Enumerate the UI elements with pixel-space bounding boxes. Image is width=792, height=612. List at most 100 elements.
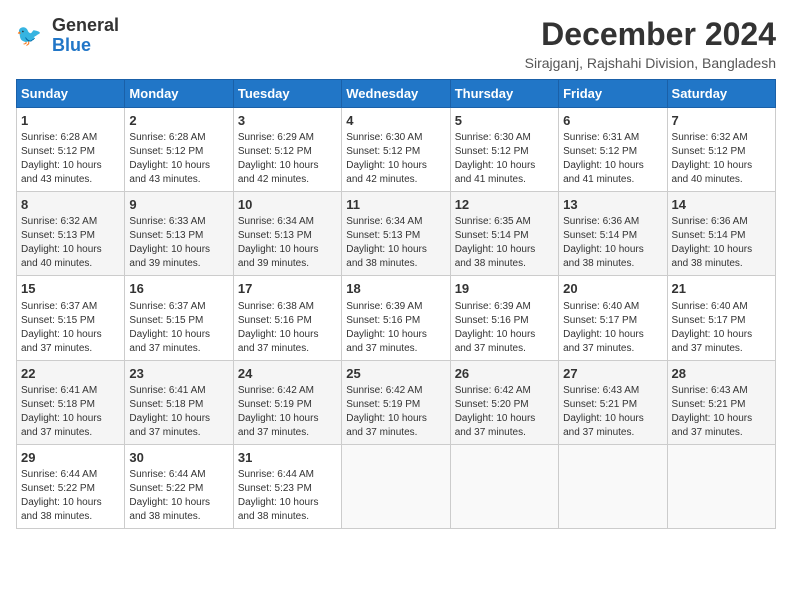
day-info: Sunrise: 6:41 AM Sunset: 5:18 PM Dayligh…	[129, 384, 228, 440]
day-info: Sunrise: 6:42 AM Sunset: 5:19 PM Dayligh…	[238, 384, 337, 440]
day-info: Sunrise: 6:28 AM Sunset: 5:12 PM Dayligh…	[21, 131, 120, 187]
day-number: 3	[238, 112, 337, 130]
day-number: 8	[21, 196, 120, 214]
day-info: Sunrise: 6:38 AM Sunset: 5:16 PM Dayligh…	[238, 300, 337, 356]
table-row: 8Sunrise: 6:32 AM Sunset: 5:13 PM Daylig…	[17, 192, 125, 276]
table-row: 27Sunrise: 6:43 AM Sunset: 5:21 PM Dayli…	[559, 360, 667, 444]
table-row	[667, 444, 775, 528]
table-row: 30Sunrise: 6:44 AM Sunset: 5:22 PM Dayli…	[125, 444, 233, 528]
day-number: 31	[238, 449, 337, 467]
table-row: 3Sunrise: 6:29 AM Sunset: 5:12 PM Daylig…	[233, 108, 341, 192]
month-title: December 2024	[525, 16, 776, 53]
table-row: 7Sunrise: 6:32 AM Sunset: 5:12 PM Daylig…	[667, 108, 775, 192]
day-info: Sunrise: 6:29 AM Sunset: 5:12 PM Dayligh…	[238, 131, 337, 187]
day-number: 28	[672, 365, 771, 383]
table-row: 18 Sunrise: 6:39 AM Sunset: 5:16 PM Dayli…	[342, 276, 450, 360]
day-info: Sunrise: 6:42 AM Sunset: 5:19 PM Dayligh…	[346, 384, 445, 440]
day-info: Sunrise: 6:39 AM Sunset: 5:16 PM Dayligh…	[455, 300, 554, 356]
day-info: Sunrise: 6:36 AM Sunset: 5:14 PM Dayligh…	[672, 215, 771, 271]
table-row: 14Sunrise: 6:36 AM Sunset: 5:14 PM Dayli…	[667, 192, 775, 276]
day-number: 9	[129, 196, 228, 214]
day-number: 21	[672, 280, 771, 298]
table-row	[450, 444, 558, 528]
day-number: 13	[563, 196, 662, 214]
day-info: Sunrise: 6:32 AM Sunset: 5:13 PM Dayligh…	[21, 215, 120, 271]
table-row: 16Sunrise: 6:37 AM Sunset: 5:15 PM Dayli…	[125, 276, 233, 360]
day-info: Sunrise: 6:34 AM Sunset: 5:13 PM Dayligh…	[346, 215, 445, 271]
header-wednesday: Wednesday	[342, 80, 450, 108]
table-row: 28Sunrise: 6:43 AM Sunset: 5:21 PM Dayli…	[667, 360, 775, 444]
table-row: 5Sunrise: 6:30 AM Sunset: 5:12 PM Daylig…	[450, 108, 558, 192]
table-row: 31Sunrise: 6:44 AM Sunset: 5:23 PM Dayli…	[233, 444, 341, 528]
day-number: 22	[21, 365, 120, 383]
calendar-row: 1Sunrise: 6:28 AM Sunset: 5:12 PM Daylig…	[17, 108, 776, 192]
table-row: 19Sunrise: 6:39 AM Sunset: 5:16 PM Dayli…	[450, 276, 558, 360]
table-row: 1Sunrise: 6:28 AM Sunset: 5:12 PM Daylig…	[17, 108, 125, 192]
header-friday: Friday	[559, 80, 667, 108]
table-row	[342, 444, 450, 528]
day-info: Sunrise: 6:43 AM Sunset: 5:21 PM Dayligh…	[672, 384, 771, 440]
logo-bird-icon: 🐦	[16, 20, 48, 52]
day-number: 29	[21, 449, 120, 467]
table-row	[559, 444, 667, 528]
day-info: Sunrise: 6:32 AM Sunset: 5:12 PM Dayligh…	[672, 131, 771, 187]
day-number: 5	[455, 112, 554, 130]
day-info: Sunrise: 6:30 AM Sunset: 5:12 PM Dayligh…	[346, 131, 445, 187]
table-row: 6Sunrise: 6:31 AM Sunset: 5:12 PM Daylig…	[559, 108, 667, 192]
day-number: 20	[563, 280, 662, 298]
title-block: December 2024 Sirajganj, Rajshahi Divisi…	[525, 16, 776, 71]
header-sunday: Sunday	[17, 80, 125, 108]
day-info: Sunrise: 6:40 AM Sunset: 5:17 PM Dayligh…	[563, 300, 662, 356]
table-row: 26Sunrise: 6:42 AM Sunset: 5:20 PM Dayli…	[450, 360, 558, 444]
day-info: Sunrise: 6:37 AM Sunset: 5:15 PM Dayligh…	[129, 300, 228, 356]
day-info: Sunrise: 6:36 AM Sunset: 5:14 PM Dayligh…	[563, 215, 662, 271]
table-row: 13Sunrise: 6:36 AM Sunset: 5:14 PM Dayli…	[559, 192, 667, 276]
logo-text: GeneralBlue	[52, 16, 119, 56]
table-row: 4Sunrise: 6:30 AM Sunset: 5:12 PM Daylig…	[342, 108, 450, 192]
table-row: 23Sunrise: 6:41 AM Sunset: 5:18 PM Dayli…	[125, 360, 233, 444]
table-row: 29Sunrise: 6:44 AM Sunset: 5:22 PM Dayli…	[17, 444, 125, 528]
calendar-header-row: Sunday Monday Tuesday Wednesday Thursday…	[17, 80, 776, 108]
day-number: 2	[129, 112, 228, 130]
day-info: Sunrise: 6:39 AM Sunset: 5:16 PM Dayligh…	[346, 300, 445, 356]
table-row: 22Sunrise: 6:41 AM Sunset: 5:18 PM Dayli…	[17, 360, 125, 444]
calendar-row: 29Sunrise: 6:44 AM Sunset: 5:22 PM Dayli…	[17, 444, 776, 528]
table-row: 20 Sunrise: 6:40 AM Sunset: 5:17 PM Dayli…	[559, 276, 667, 360]
logo: 🐦 GeneralBlue	[16, 16, 119, 56]
table-row: 24Sunrise: 6:42 AM Sunset: 5:19 PM Dayli…	[233, 360, 341, 444]
table-row: 2Sunrise: 6:28 AM Sunset: 5:12 PM Daylig…	[125, 108, 233, 192]
day-number: 15	[21, 280, 120, 298]
day-number: 12	[455, 196, 554, 214]
day-number: 1	[21, 112, 120, 130]
table-row: 10Sunrise: 6:34 AM Sunset: 5:13 PM Dayli…	[233, 192, 341, 276]
svg-text:🐦: 🐦	[16, 24, 42, 47]
table-row: 17 Sunrise: 6:38 AM Sunset: 5:16 PM Dayli…	[233, 276, 341, 360]
day-info: Sunrise: 6:34 AM Sunset: 5:13 PM Dayligh…	[238, 215, 337, 271]
table-row: 9Sunrise: 6:33 AM Sunset: 5:13 PM Daylig…	[125, 192, 233, 276]
calendar-table: Sunday Monday Tuesday Wednesday Thursday…	[16, 79, 776, 529]
calendar-row: 15 Sunrise: 6:37 AM Sunset: 5:15 PM Dayli…	[17, 276, 776, 360]
day-info: Sunrise: 6:44 AM Sunset: 5:22 PM Dayligh…	[21, 468, 120, 524]
day-info: Sunrise: 6:28 AM Sunset: 5:12 PM Dayligh…	[129, 131, 228, 187]
day-number: 6	[563, 112, 662, 130]
day-number: 23	[129, 365, 228, 383]
day-number: 17	[238, 280, 337, 298]
day-info: Sunrise: 6:40 AM Sunset: 5:17 PM Dayligh…	[672, 300, 771, 356]
table-row: 21 Sunrise: 6:40 AM Sunset: 5:17 PM Dayli…	[667, 276, 775, 360]
table-row: 12Sunrise: 6:35 AM Sunset: 5:14 PM Dayli…	[450, 192, 558, 276]
day-info: Sunrise: 6:44 AM Sunset: 5:23 PM Dayligh…	[238, 468, 337, 524]
day-number: 7	[672, 112, 771, 130]
header-thursday: Thursday	[450, 80, 558, 108]
location: Sirajganj, Rajshahi Division, Bangladesh	[525, 55, 776, 71]
day-number: 18	[346, 280, 445, 298]
day-number: 26	[455, 365, 554, 383]
day-number: 10	[238, 196, 337, 214]
day-info: Sunrise: 6:43 AM Sunset: 5:21 PM Dayligh…	[563, 384, 662, 440]
header-monday: Monday	[125, 80, 233, 108]
day-number: 24	[238, 365, 337, 383]
table-row: 11Sunrise: 6:34 AM Sunset: 5:13 PM Dayli…	[342, 192, 450, 276]
day-number: 14	[672, 196, 771, 214]
header-tuesday: Tuesday	[233, 80, 341, 108]
day-number: 30	[129, 449, 228, 467]
calendar-row: 22 Sunrise: 6:41 AM Sunset: 5:18 PM Dayli…	[17, 360, 776, 444]
